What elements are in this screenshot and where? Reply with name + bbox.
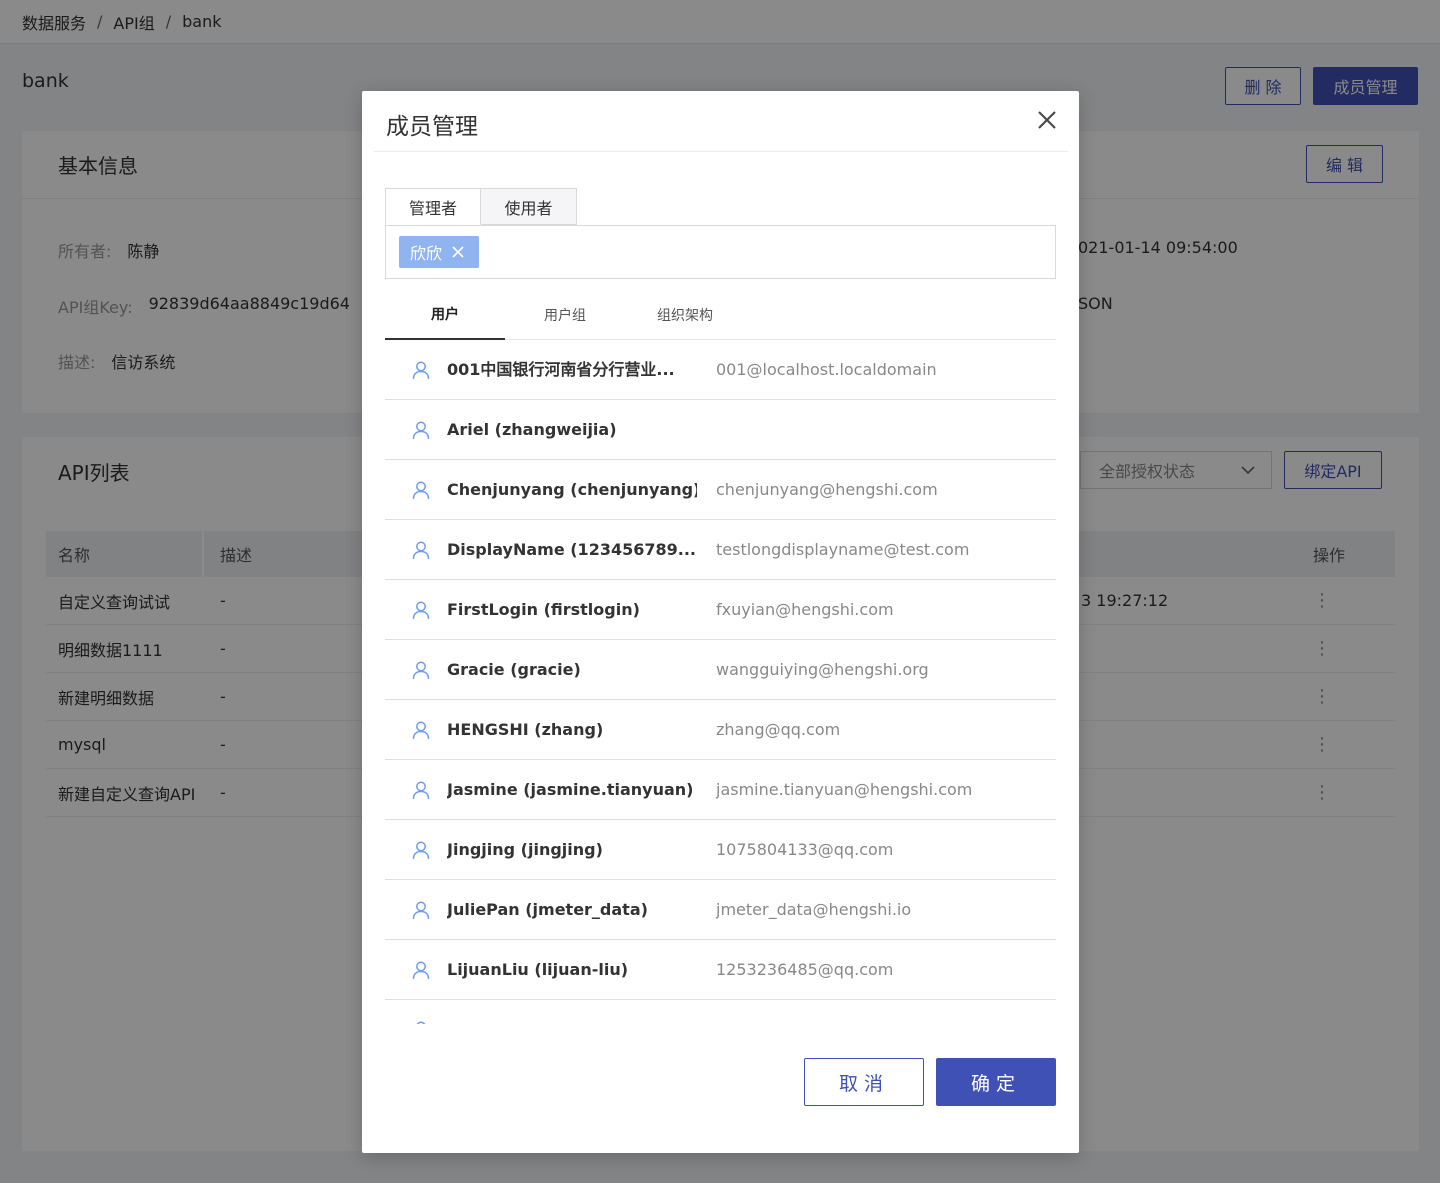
user-icon <box>412 781 430 800</box>
list-item[interactable]: DisplayName (123456789... testlongdisplay… <box>385 520 1056 580</box>
list-item[interactable]: LijuanLiu (lijuan-liu) 1253236485@qq.com <box>385 940 1056 1000</box>
list-item[interactable]: Jingjing (jingjing) 1075804133@qq.com <box>385 820 1056 880</box>
list-item[interactable]: HENGSHI (zhang) zhang@qq.com <box>385 700 1056 760</box>
user-icon <box>412 901 430 920</box>
user-email: testlongdisplayname@test.com <box>716 540 970 559</box>
user-name: DisplayName (123456789... <box>447 540 696 559</box>
list-item[interactable]: Gracie (gracie) wangguiying@hengshi.org <box>385 640 1056 700</box>
user-email: wangguiying@hengshi.org <box>716 660 929 679</box>
tab-user-groups[interactable]: 用户组 <box>505 289 625 340</box>
user-name: Chenjunyang (chenjunyang) <box>447 480 697 499</box>
user-name: Ariel (zhangweijia) <box>447 420 617 439</box>
user-email: 001@localhost.localdomain <box>716 360 937 379</box>
confirm-button[interactable]: 确定 <box>936 1058 1056 1106</box>
dialog-title: 成员管理 <box>386 114 478 140</box>
user-name: JuliePan (jmeter_data) <box>447 900 648 919</box>
user-icon <box>412 481 430 500</box>
user-name: HENGSHI (zhang) <box>447 720 604 739</box>
dialog-divider <box>374 151 1068 152</box>
user-email: 1253236485@qq.com <box>716 960 894 979</box>
member-chip: 欣欣 <box>399 236 479 268</box>
user-name: 001中国银行河南省分行营业... <box>447 360 675 379</box>
list-item[interactable] <box>385 1000 1056 1024</box>
list-item[interactable]: Jasmine (jasmine.tianyuan) jasmine.tianyu… <box>385 760 1056 820</box>
user-email: zhang@qq.com <box>716 720 841 739</box>
user-name: FirstLogin (firstlogin) <box>447 600 640 619</box>
role-tabs: 管理者 使用者 <box>385 188 577 225</box>
user-email: fxuyian@hengshi.com <box>716 600 894 619</box>
tab-user[interactable]: 使用者 <box>481 188 577 225</box>
user-email: 1075804133@qq.com <box>716 840 894 859</box>
member-type-tabs: 用户 用户组 组织架构 <box>385 289 1056 340</box>
selected-members-box[interactable]: 欣欣 <box>385 225 1056 279</box>
user-email: chenjunyang@hengshi.com <box>716 480 938 499</box>
user-name: Gracie (gracie) <box>447 660 581 679</box>
user-email: jasmine.tianyuan@hengshi.com <box>716 780 973 799</box>
list-item[interactable]: Ariel (zhangweijia) <box>385 400 1056 460</box>
user-icon <box>412 421 430 440</box>
tab-admin[interactable]: 管理者 <box>385 188 481 225</box>
cancel-button[interactable]: 取消 <box>804 1058 924 1106</box>
close-icon[interactable] <box>1036 109 1058 131</box>
user-list[interactable]: 001中国银行河南省分行营业... 001@localhost.localdoma… <box>385 340 1056 1024</box>
tab-org-structure[interactable]: 组织架构 <box>625 289 745 340</box>
user-icon <box>412 721 430 740</box>
member-management-dialog: 成员管理 管理者 使用者 欣欣 用户 用户组 组织架构 001中国银行河南省分行… <box>362 91 1079 1153</box>
user-email: jmeter_data@hengshi.io <box>716 900 912 919</box>
list-item[interactable]: JuliePan (jmeter_data) jmeter_data@hengsh… <box>385 880 1056 940</box>
member-chip-label: 欣欣 <box>410 244 443 263</box>
user-name: Jasmine (jasmine.tianyuan) <box>447 780 694 799</box>
user-name: LijuanLiu (lijuan-liu) <box>447 960 629 979</box>
list-item[interactable]: 001中国银行河南省分行营业... 001@localhost.localdoma… <box>385 340 1056 400</box>
user-icon <box>412 541 430 560</box>
user-icon <box>412 661 430 680</box>
user-icon <box>412 361 430 380</box>
user-icon <box>412 601 430 620</box>
remove-icon[interactable] <box>452 246 464 258</box>
user-icon <box>412 961 430 980</box>
list-item[interactable]: FirstLogin (firstlogin) fxuyian@hengshi.c… <box>385 580 1056 640</box>
user-name: Jingjing (jingjing) <box>447 840 603 859</box>
user-icon <box>416 1021 426 1024</box>
list-item[interactable]: Chenjunyang (chenjunyang) chenjunyang@hen… <box>385 460 1056 520</box>
tab-users[interactable]: 用户 <box>385 289 505 340</box>
user-name <box>447 1000 697 1024</box>
user-icon <box>412 841 430 860</box>
